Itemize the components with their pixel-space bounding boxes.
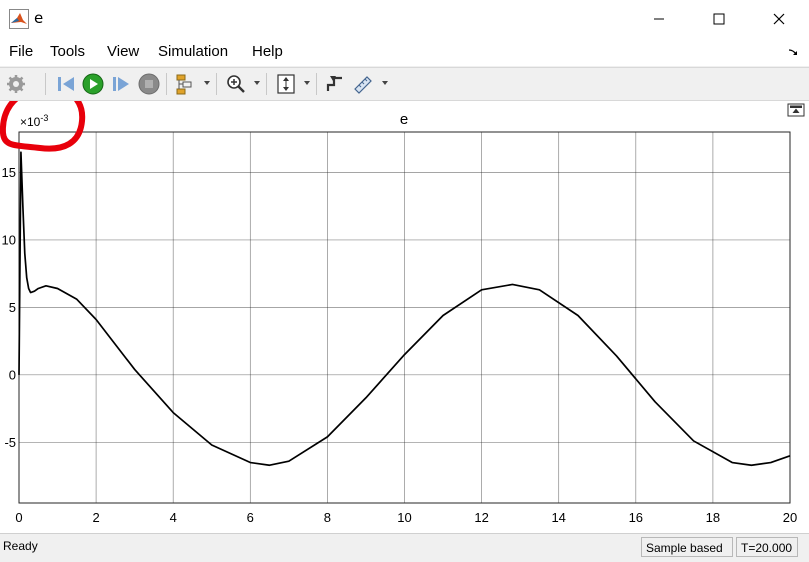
settings-button[interactable]	[4, 72, 28, 96]
signal-selector-dropdown[interactable]	[204, 81, 210, 85]
x-tick-label: 6	[247, 510, 254, 525]
simulation-time-indicator: T=20.000	[736, 537, 798, 557]
menu-file[interactable]: File	[9, 43, 33, 60]
red-annotation-circle	[0, 101, 86, 152]
zoom-dropdown[interactable]	[254, 81, 260, 85]
scope-plot: e ×10-3 0 2 4 6 8 10 12 14 16 18 20 -5 0 5 10 15	[0, 101, 805, 525]
y-tick-label: -5	[4, 435, 16, 450]
x-tick-label: 18	[706, 510, 720, 525]
run-button[interactable]	[80, 72, 106, 96]
matlab-logo-icon	[9, 9, 29, 29]
maximize-icon	[713, 13, 725, 25]
step-forward-button[interactable]	[108, 72, 134, 96]
stop-icon	[138, 73, 160, 95]
measurements-button[interactable]	[351, 72, 375, 96]
grid-lines	[18, 132, 791, 503]
status-text: Ready	[3, 539, 38, 553]
run-icon	[82, 73, 104, 95]
dock-arrow-icon[interactable]	[787, 46, 801, 60]
x-tick-label: 2	[92, 510, 99, 525]
x-tick-label: 8	[324, 510, 331, 525]
menu-simulation[interactable]: Simulation	[158, 43, 228, 60]
maximize-button[interactable]	[690, 0, 748, 38]
fit-dropdown[interactable]	[304, 81, 310, 85]
close-button[interactable]	[750, 0, 808, 38]
fit-to-view-button[interactable]	[274, 72, 298, 96]
x-tick-label: 4	[170, 510, 177, 525]
y-tick-label: 15	[2, 165, 16, 180]
undock-button[interactable]	[787, 103, 805, 117]
signal-selector-button[interactable]	[173, 72, 197, 96]
step-forward-icon	[113, 77, 129, 91]
figure-area: e ×10-3 0 2 4 6 8 10 12 14 16 18 20 -5 0 5 10 15	[0, 101, 809, 533]
menu-tools[interactable]: Tools	[50, 43, 85, 60]
x-tick-label: 10	[397, 510, 411, 525]
y-tick-label: 10	[2, 232, 16, 247]
stop-button[interactable]	[136, 72, 162, 96]
title-bar: e	[0, 0, 809, 38]
menu-help[interactable]: Help	[252, 43, 283, 60]
plot-title: e	[400, 111, 408, 128]
settings-icon	[7, 75, 25, 93]
measurements-dropdown[interactable]	[382, 81, 388, 85]
sample-mode-indicator: Sample based	[641, 537, 733, 557]
minimize-button[interactable]	[630, 0, 688, 38]
axis-exponent-label: ×10-3	[20, 113, 48, 129]
minimize-icon	[654, 18, 664, 20]
zoom-in-icon	[227, 75, 245, 93]
menu-bar: File Tools View Simulation Help	[0, 38, 809, 66]
scope-window: e File Tools View Simulation Help e ×10-…	[0, 0, 809, 562]
y-tick-label: 5	[9, 300, 16, 315]
menu-view[interactable]: View	[107, 43, 139, 60]
x-tick-label: 12	[474, 510, 488, 525]
axis-exponent-value: -3	[40, 113, 48, 123]
signal-selector-icon	[176, 74, 192, 95]
x-tick-label: 14	[551, 510, 565, 525]
toolbar	[0, 67, 809, 101]
triggers-icon	[326, 76, 342, 91]
status-bar: Ready Sample based T=20.000	[0, 533, 809, 562]
zoom-in-button[interactable]	[224, 72, 248, 96]
fit-to-view-icon	[277, 74, 295, 94]
tick-labels: 0 2 4 6 8 10 12 14 16 18 20 -5 0 5 10 15	[2, 165, 798, 525]
x-tick-label: 20	[783, 510, 797, 525]
close-icon	[773, 13, 785, 25]
x-tick-label: 0	[15, 510, 22, 525]
step-back-button[interactable]	[54, 72, 78, 96]
triggers-button[interactable]	[323, 72, 347, 96]
x-tick-label: 16	[629, 510, 643, 525]
y-tick-label: 0	[9, 367, 16, 382]
measurements-icon	[354, 76, 372, 94]
step-back-icon	[58, 77, 74, 91]
window-title: e	[34, 9, 44, 27]
